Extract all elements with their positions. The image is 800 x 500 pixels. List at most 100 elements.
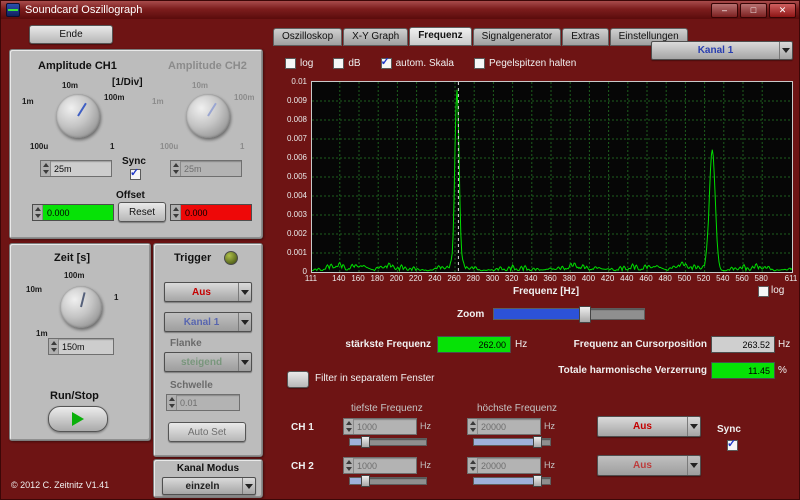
checkbox-log[interactable] [285,58,296,69]
minimize-button[interactable]: – [711,2,738,18]
zeit-label: Zeit [s] [54,252,91,264]
x-tick-label: 140 [332,274,346,283]
spinner-arrows-icon[interactable] [171,161,181,176]
tab-extras[interactable]: Extras [562,28,609,46]
filter-window-button[interactable] [287,371,309,388]
trigger-led [224,251,238,265]
knob-tick: 1m [36,329,48,338]
zoom-slider-thumb[interactable] [579,306,591,323]
filter-sync-checkbox[interactable] [727,437,738,451]
tab-bar: Oszilloskop X-Y Graph Frequenz Signalgenera… [273,27,689,46]
knob-tick: 1 [240,142,245,151]
checkbox-db[interactable] [333,58,345,69]
filter-ch2-high-slider[interactable] [473,475,551,487]
cursor-frequenz-value: 263.52 [712,337,774,352]
knob-tick: 10m [26,285,43,294]
amplitude-ch1-spinner[interactable]: 25m [40,160,112,177]
spinner-arrows-icon[interactable] [468,419,478,434]
channel-select-dropdown[interactable]: Kanal 1 [651,41,793,60]
spinner-arrows-icon[interactable] [344,458,354,473]
filter-ch1-high-value[interactable]: 20000 [478,419,540,434]
spinner-arrows-icon[interactable] [344,419,354,434]
kanal-modus-dropdown[interactable]: einzeln [162,477,256,495]
amplitude-ch1-knob[interactable] [56,94,100,138]
runstop-label: Run/Stop [50,390,99,402]
filter-unit: Hz [420,460,431,470]
slider-thumb[interactable] [533,436,542,448]
run-stop-button[interactable] [48,406,108,432]
slider-thumb[interactable] [361,436,370,448]
filter-ch2-low-spinner[interactable]: 1000 [343,457,417,474]
amplitude-ch2-spinner[interactable]: 25m [170,160,242,177]
amplitude-sync-checkbox[interactable] [130,166,141,180]
slider-thumb[interactable] [533,475,542,487]
tab-x-y-graph[interactable]: X-Y Graph [343,28,409,46]
filter-ch2-low-value[interactable]: 1000 [354,458,416,473]
schwelle-spinner[interactable]: 0.01 [166,394,240,411]
amplitude-ch2-knob[interactable] [186,94,230,138]
auto-set-button[interactable]: Auto Set [168,422,246,442]
offset-label: Offset [116,190,145,201]
x-tick-label: 440 [620,274,634,283]
knob-needle [80,292,86,308]
x-tick-label: 611 [784,274,798,283]
slider-thumb[interactable] [361,475,370,487]
cursor-frequenz-unit: Hz [778,339,791,350]
zeit-spinner[interactable]: 150m [48,338,114,355]
filter-ch2-low-slider[interactable] [349,475,427,487]
spinner-arrows-icon[interactable] [49,339,59,354]
tab-oszilloskop[interactable]: Oszilloskop [273,28,343,46]
filter-ch2-high-value[interactable]: 20000 [478,458,540,473]
spinner-arrows-icon[interactable] [167,395,177,410]
x-tick-label: 340 [524,274,538,283]
zeit-value[interactable]: 150m [59,339,113,354]
graph-options-row: log dB autom. Skala Pegelspitzen halten [285,55,576,69]
kanal-modus-value: einzeln [185,480,220,492]
filter-ch2-mode-dropdown[interactable]: Aus [597,455,701,476]
maximize-button[interactable]: □ [740,2,767,18]
filter-ch1-low-value[interactable]: 1000 [354,419,416,434]
close-button[interactable]: ✕ [769,2,796,18]
filter-ch1-low-spinner[interactable]: 1000 [343,418,417,435]
knob-needle [207,102,217,117]
filter-ch1-high-slider[interactable] [473,436,551,448]
slider-fill [474,478,536,484]
flanke-dropdown[interactable]: steigend [164,352,252,372]
tab-signalgenerator[interactable]: Signalgenerator [472,28,562,46]
schwelle-value[interactable]: 0.01 [177,395,239,410]
ende-button[interactable]: Ende [29,25,113,44]
x-tick-label: 200 [389,274,404,283]
trigger-channel-dropdown[interactable]: Kanal 1 [164,312,252,332]
filter-ch1-mode-dropdown[interactable]: Aus [597,416,701,437]
filter-ch2-high-spinner[interactable]: 20000 [467,457,541,474]
zeit-panel: Zeit [s] 100m 10m 1 1m 150m Run/Stop [9,243,151,441]
y-tick-label: 0.007 [286,134,307,143]
spinner-arrows-icon[interactable] [33,205,43,220]
knob-tick: 100m [104,93,125,102]
trigger-label: Trigger [174,252,212,264]
amplitude-ch1-value[interactable]: 25m [51,161,111,176]
spinner-arrows-icon[interactable] [171,205,181,220]
checkbox-label-db: dB [348,58,361,69]
zoom-slider[interactable] [493,306,645,323]
filter-ch1-high-spinner[interactable]: 20000 [467,418,541,435]
checkbox-autom-skala[interactable] [380,55,392,69]
spectrum-plot[interactable] [311,81,793,273]
filter-ch1-low-slider[interactable] [349,436,427,448]
amplitude-ch2-value[interactable]: 25m [181,161,241,176]
tab-frequenz[interactable]: Frequenz [409,27,472,46]
y-tick-label: 0.008 [286,115,307,124]
zeit-knob[interactable] [60,286,102,328]
checkbox-pegelspitzen-halten[interactable] [473,58,485,69]
spinner-arrows-icon[interactable] [41,161,51,176]
x-tick-label: 540 [716,274,730,283]
reset-button[interactable]: Reset [118,202,166,222]
knob-tick: 1 [114,293,119,302]
spectrum-trace [311,82,793,273]
schwelle-label: Schwelle [170,380,213,391]
spinner-arrows-icon[interactable] [468,458,478,473]
trigger-mode-dropdown[interactable]: Aus [164,282,252,302]
chevron-down-icon [779,42,792,59]
x-log-checkbox[interactable] [758,286,769,297]
filter-unit: Hz [544,421,555,431]
